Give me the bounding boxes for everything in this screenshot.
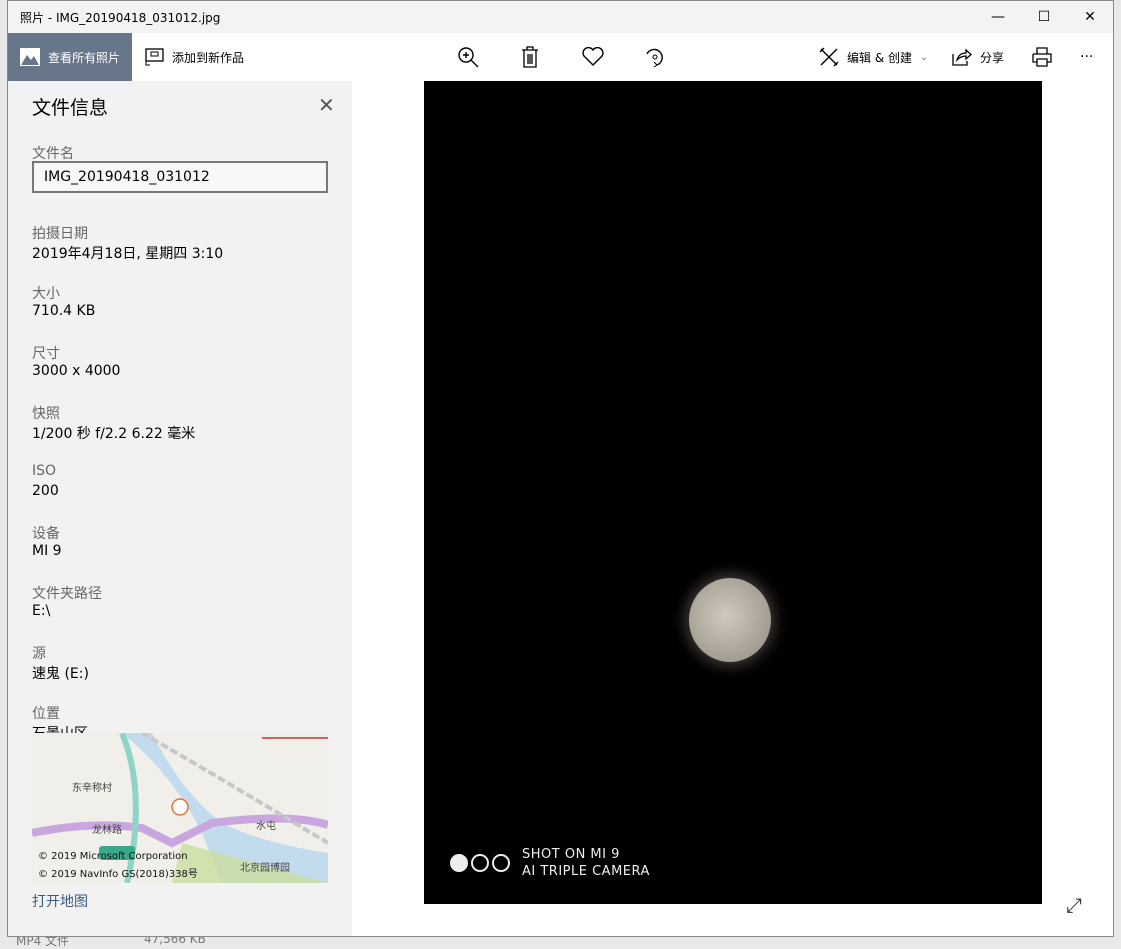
edit-create-label: 编辑 & 创建 xyxy=(847,50,912,65)
field-value: 2019年4月18日, 星期四 3:10 xyxy=(32,246,224,262)
fullscreen-icon[interactable]: ⤢ xyxy=(1066,893,1082,917)
map-label: 北京园博园 xyxy=(240,863,290,874)
moon-image xyxy=(689,578,771,662)
map-copyright: © 2019 Microsoft Corporation xyxy=(38,851,188,862)
field-label: 设备 xyxy=(32,526,60,542)
map-label: 东辛称村 xyxy=(72,783,112,794)
field-label: 文件夹路径 xyxy=(32,586,102,602)
trash-icon xyxy=(522,46,538,68)
slideshow-icon xyxy=(145,48,164,66)
print-button[interactable] xyxy=(1032,33,1052,81)
share-icon xyxy=(952,48,972,66)
field-value: 710.4 KB xyxy=(32,303,96,319)
map-label: 龙林路 xyxy=(92,825,122,836)
toolbar: 查看所有照片 添加到新作品 编辑 & 创建 ⌄ 分享 ··· xyxy=(8,33,1113,81)
rotate-button[interactable] xyxy=(644,33,666,81)
favorite-button[interactable] xyxy=(582,33,604,81)
printer-icon xyxy=(1032,47,1052,67)
more-button[interactable]: ··· xyxy=(1080,33,1093,81)
add-to-creation-button[interactable]: 添加到新作品 xyxy=(144,33,244,81)
edit-create-button[interactable]: 编辑 & 创建 ⌄ xyxy=(819,33,928,81)
dot-icon xyxy=(450,854,468,872)
view-all-label: 查看所有照片 xyxy=(48,50,121,65)
field-value: E:\ xyxy=(32,603,51,619)
watermark-line: AI TRIPLE CAMERA xyxy=(522,864,650,879)
field-value: 1/200 秒 f/2.2 6.22 毫米 xyxy=(32,426,196,442)
add-to-creation-label: 添加到新作品 xyxy=(172,50,245,65)
photo-viewer[interactable]: SHOT ON MI 9 AI TRIPLE CAMERA xyxy=(424,81,1042,904)
photos-window: 照片 - IMG_20190418_031012.jpg — ☐ ✕ 查看所有照… xyxy=(7,0,1114,937)
view-all-photos-button[interactable]: 查看所有照片 xyxy=(8,33,132,81)
field-label: 位置 xyxy=(32,706,60,722)
zoom-in-icon xyxy=(458,47,479,68)
field-label: 大小 xyxy=(32,286,60,302)
close-panel-icon[interactable]: ✕ xyxy=(318,93,335,117)
field-label: 尺寸 xyxy=(32,346,60,362)
dot-icon xyxy=(471,854,489,872)
heart-icon xyxy=(582,47,604,66)
window-title: 照片 - IMG_20190418_031012.jpg xyxy=(20,11,221,25)
share-button[interactable]: 分享 xyxy=(952,33,1004,81)
title-bar: 照片 - IMG_20190418_031012.jpg — ☐ ✕ xyxy=(8,1,1113,33)
close-button[interactable]: ✕ xyxy=(1067,1,1113,33)
field-value: 速鬼 (E:) xyxy=(32,666,89,682)
map-copyright: © 2019 NavInfo GS(2018)338号 xyxy=(38,869,198,880)
field-label: 源 xyxy=(32,646,46,662)
minimize-button[interactable]: — xyxy=(975,1,1021,33)
field-label: 拍摄日期 xyxy=(32,226,88,242)
field-label: ISO xyxy=(32,463,57,479)
map-label: 水屯 xyxy=(256,821,276,832)
field-value: 3000 x 4000 xyxy=(32,363,121,379)
rotate-icon xyxy=(646,48,663,68)
field-value: 200 xyxy=(32,483,59,499)
share-label: 分享 xyxy=(980,50,1005,65)
open-map-link[interactable]: 打开地图 xyxy=(32,891,88,911)
dot-icon xyxy=(492,854,510,872)
delete-button[interactable] xyxy=(521,33,539,81)
location-map[interactable]: 东辛称村 龙林路 水屯 北京园博园 © 2019 Microsoft Corpo… xyxy=(32,733,328,883)
edit-icon xyxy=(819,47,839,67)
filename-label: 文件名 xyxy=(32,146,74,162)
watermark-line: SHOT ON MI 9 xyxy=(522,847,620,862)
photo-icon xyxy=(20,48,40,66)
filename-input[interactable] xyxy=(32,161,328,193)
chevron-down-icon: ⌄ xyxy=(920,51,929,63)
maximize-button[interactable]: ☐ xyxy=(1021,1,1067,33)
field-value: MI 9 xyxy=(32,543,62,559)
zoom-in-button[interactable] xyxy=(457,33,479,81)
file-info-panel: 文件信息 ✕ 文件名 拍摄日期 2019年4月18日, 星期四 3:10 大小710… xyxy=(8,81,352,936)
camera-watermark: SHOT ON MI 9 AI TRIPLE CAMERA xyxy=(450,846,650,880)
panel-title: 文件信息 xyxy=(32,97,109,119)
field-label: 快照 xyxy=(32,406,60,422)
